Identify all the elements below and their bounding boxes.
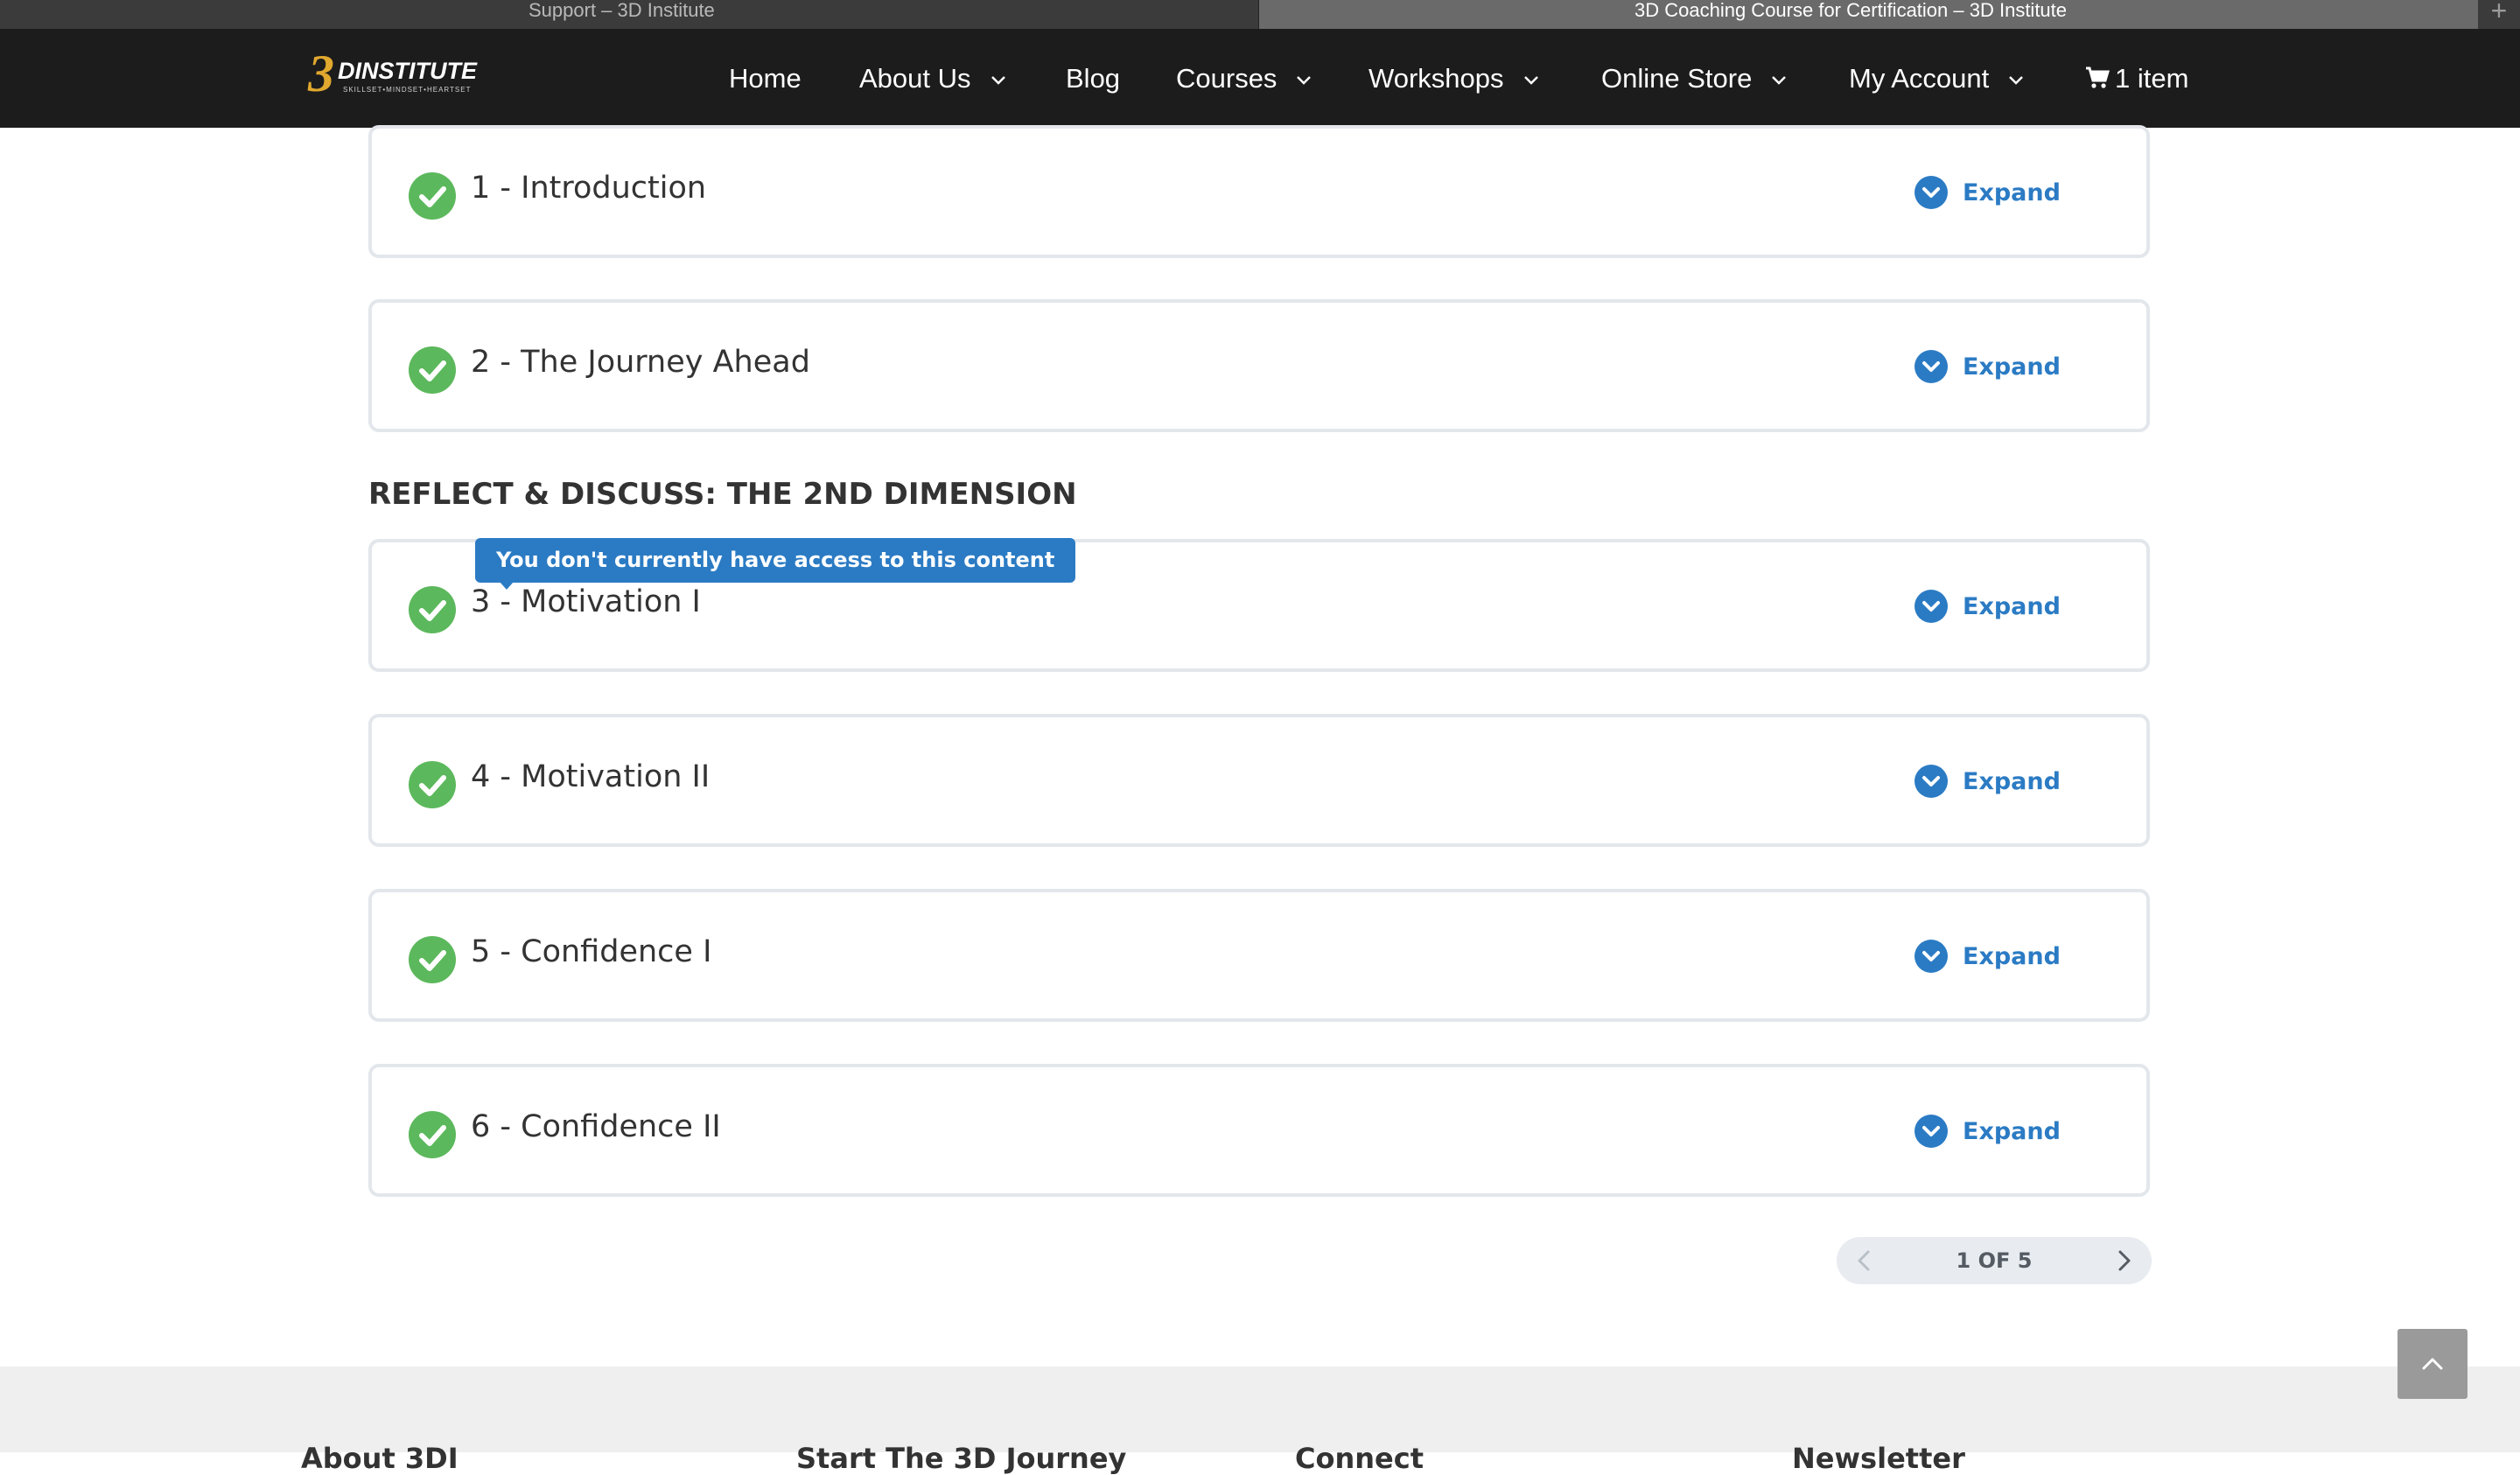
nav-label: Blog bbox=[1066, 63, 1121, 94]
nav-label: Workshops bbox=[1368, 63, 1504, 94]
access-tooltip: You don't currently have access to this … bbox=[475, 538, 1076, 590]
chevron-down-icon bbox=[990, 75, 1006, 86]
lesson-row-introduction[interactable]: 1 - Introduction Expand bbox=[368, 125, 2150, 258]
browser-tab-course[interactable]: 3D Coaching Course for Certification – 3… bbox=[1259, 0, 2478, 29]
chevron-left-icon[interactable] bbox=[1852, 1248, 1877, 1273]
lesson-title[interactable]: 1 - Introduction bbox=[471, 169, 706, 207]
check-complete-icon bbox=[409, 172, 456, 220]
lesson-title[interactable]: 4 - Motivation II bbox=[471, 758, 710, 796]
nav-workshops[interactable]: Workshops bbox=[1368, 29, 1539, 128]
expand-label: Expand bbox=[1963, 179, 2061, 206]
browser-tab-support[interactable]: Support – 3D Institute bbox=[0, 0, 1259, 29]
nav-label: About Us bbox=[859, 63, 971, 94]
chevron-up-icon bbox=[2422, 1358, 2443, 1370]
browser-tab-title: Support – 3D Institute bbox=[528, 0, 715, 21]
expand-button[interactable]: Expand bbox=[1914, 765, 2061, 800]
footer-heading-start: Start The 3D Journey bbox=[796, 1442, 1127, 1475]
cart-count-label: 1 item bbox=[2115, 63, 2189, 94]
chevron-down-circle-icon bbox=[1914, 590, 1948, 623]
lesson-title[interactable]: 6 - Confidence II bbox=[471, 1108, 721, 1146]
chevron-down-icon bbox=[2008, 75, 2024, 86]
logo-wordmark: DINSTITUTE bbox=[338, 58, 477, 84]
expand-button[interactable]: Expand bbox=[1914, 590, 2061, 625]
chevron-right-icon[interactable] bbox=[2111, 1248, 2136, 1273]
expand-button[interactable]: Expand bbox=[1914, 1115, 2061, 1150]
chevron-down-circle-icon bbox=[1914, 940, 1948, 973]
nav-courses[interactable]: Courses bbox=[1176, 29, 1312, 128]
pagination: 1 OF 5 bbox=[1837, 1237, 2152, 1284]
browser-tab-strip: Support – 3D Institute 3D Coaching Cours… bbox=[0, 0, 2520, 30]
check-complete-icon bbox=[409, 586, 456, 633]
expand-label: Expand bbox=[1963, 943, 2061, 970]
back-to-top-button[interactable] bbox=[2398, 1329, 2468, 1399]
footer-heading-about: About 3DI bbox=[301, 1442, 458, 1475]
expand-label: Expand bbox=[1963, 768, 2061, 795]
check-complete-icon bbox=[409, 346, 456, 394]
chevron-down-circle-icon bbox=[1914, 1115, 1948, 1148]
pagination-label: 1 OF 5 bbox=[1956, 1248, 2033, 1273]
lesson-row-confidence-1[interactable]: 5 - Confidence I Expand bbox=[368, 889, 2150, 1022]
chevron-down-icon bbox=[1296, 75, 1312, 86]
nav-label: Home bbox=[729, 63, 802, 94]
check-complete-icon bbox=[409, 936, 456, 983]
chevron-down-icon bbox=[1523, 75, 1539, 86]
expand-button[interactable]: Expand bbox=[1914, 176, 2061, 211]
expand-label: Expand bbox=[1963, 353, 2061, 381]
lesson-row-confidence-2[interactable]: 6 - Confidence II Expand bbox=[368, 1064, 2150, 1197]
footer-heading-newsletter: Newsletter bbox=[1792, 1442, 1965, 1475]
expand-button[interactable]: Expand bbox=[1914, 940, 2061, 975]
nav-home[interactable]: Home bbox=[729, 29, 802, 128]
nav-label: My Account bbox=[1849, 63, 1990, 94]
site-logo[interactable]: 3 DINSTITUTE SKILLSET•MINDSET•HEARTSET bbox=[308, 47, 492, 103]
lesson-row-journey-ahead[interactable]: 2 - The Journey Ahead Expand bbox=[368, 299, 2150, 432]
chevron-down-circle-icon bbox=[1914, 176, 1948, 209]
chevron-down-circle-icon bbox=[1914, 765, 1948, 798]
cart-icon bbox=[2085, 31, 2110, 129]
logo-tagline: SKILLSET•MINDSET•HEARTSET bbox=[343, 86, 472, 94]
expand-button[interactable]: Expand bbox=[1914, 350, 2061, 385]
expand-label: Expand bbox=[1963, 593, 2061, 620]
nav-label: Courses bbox=[1176, 63, 1278, 94]
lesson-title[interactable]: 5 - Confidence I bbox=[471, 933, 711, 971]
chevron-down-icon bbox=[1771, 75, 1787, 86]
lesson-row-motivation-2[interactable]: 4 - Motivation II Expand bbox=[368, 714, 2150, 847]
new-tab-button[interactable]: + bbox=[2478, 0, 2520, 29]
check-complete-icon bbox=[409, 761, 456, 808]
footer-heading-connect: Connect bbox=[1295, 1442, 1424, 1475]
nav-about-us[interactable]: About Us bbox=[859, 29, 1006, 128]
chevron-down-circle-icon bbox=[1914, 350, 1948, 383]
browser-tab-title: 3D Coaching Course for Certification – 3… bbox=[1634, 0, 2068, 21]
site-header: 3 DINSTITUTE SKILLSET•MINDSET•HEARTSET H… bbox=[0, 29, 2520, 128]
check-complete-icon bbox=[409, 1111, 456, 1158]
lesson-title[interactable]: 2 - The Journey Ahead bbox=[471, 343, 810, 381]
expand-label: Expand bbox=[1963, 1118, 2061, 1145]
section-heading: REFLECT & DISCUSS: THE 2ND DIMENSION bbox=[368, 477, 1077, 512]
nav-blog[interactable]: Blog bbox=[1066, 29, 1120, 128]
nav-label: Online Store bbox=[1601, 63, 1753, 94]
nav-my-account[interactable]: My Account bbox=[1849, 29, 2024, 128]
logo-mark: 3 bbox=[308, 45, 334, 102]
nav-cart[interactable]: 1 item bbox=[2085, 29, 2188, 128]
site-footer: About 3DI Start The 3D Journey Connect N… bbox=[0, 1367, 2520, 1475]
nav-online-store[interactable]: Online Store bbox=[1601, 29, 1787, 128]
